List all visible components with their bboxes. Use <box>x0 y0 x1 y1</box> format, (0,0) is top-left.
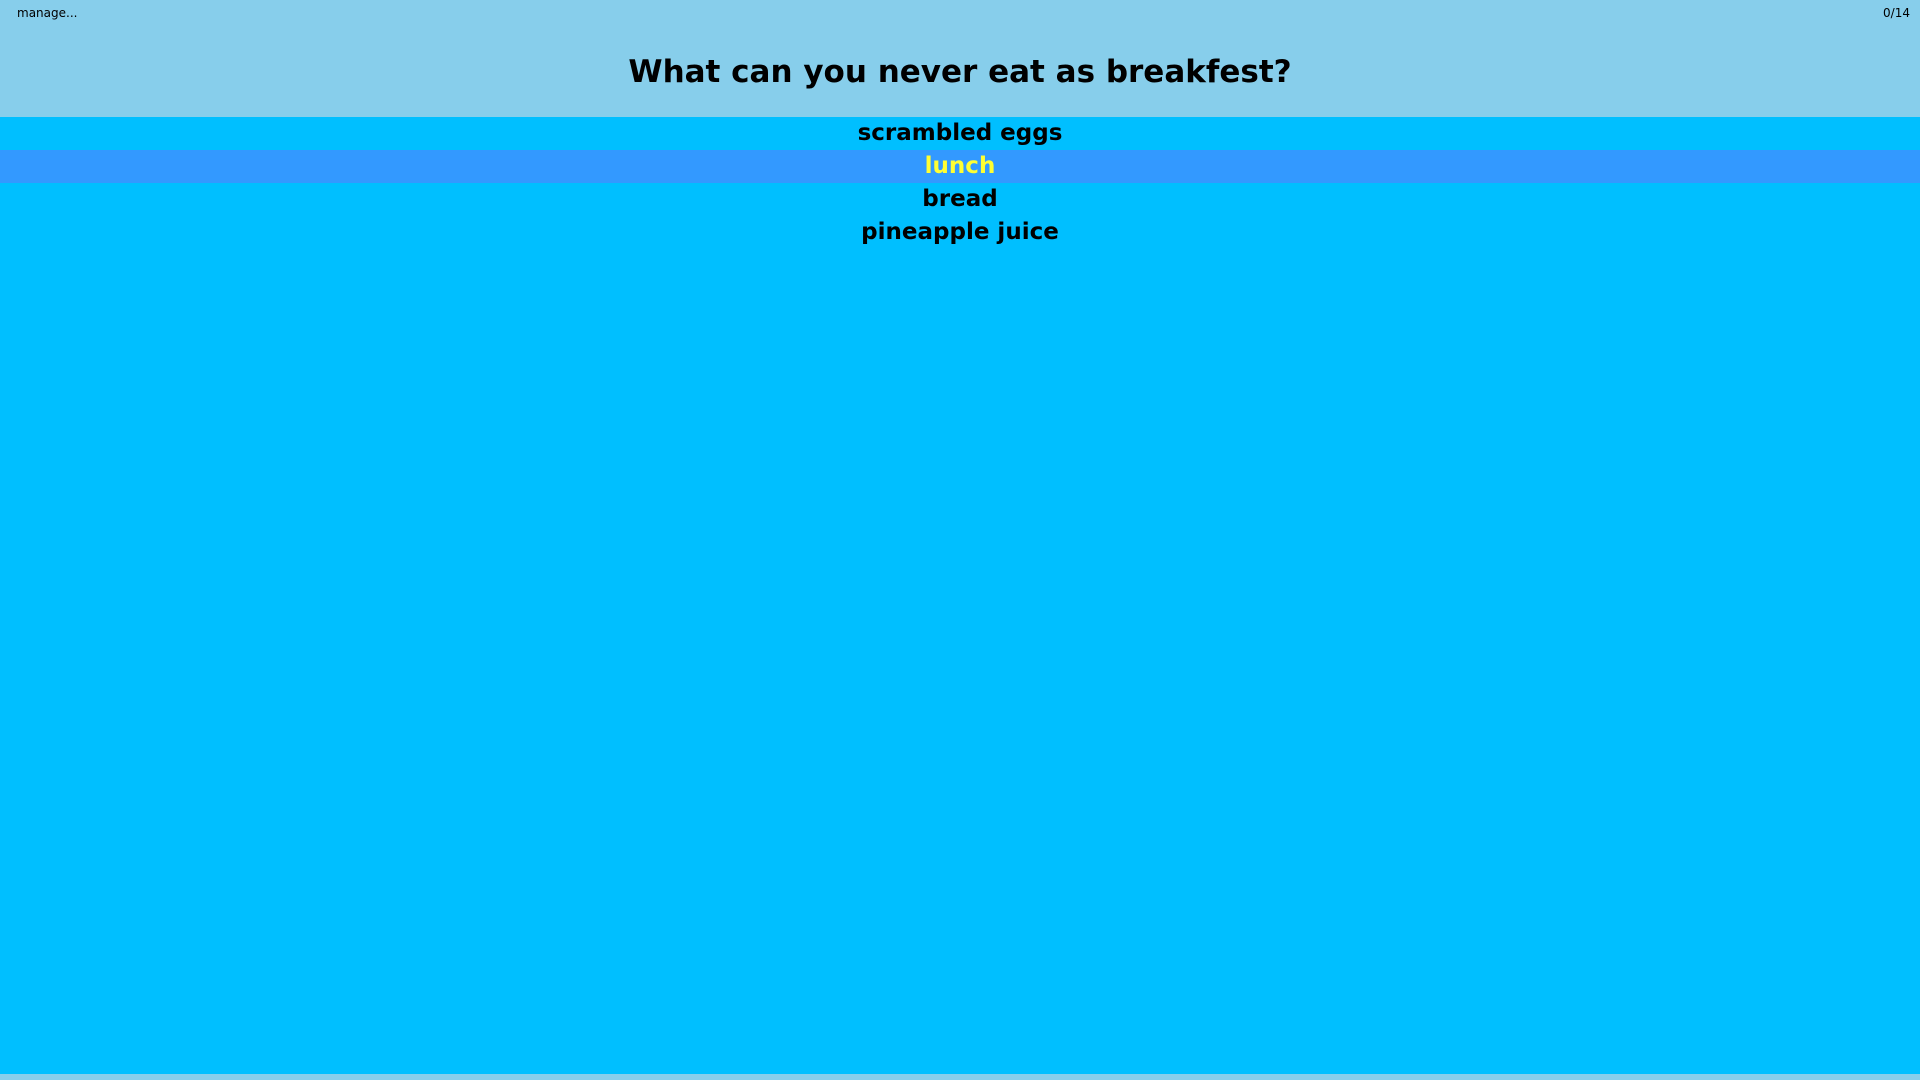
answer-option[interactable]: pineapple juice <box>0 216 1920 249</box>
answer-option[interactable]: scrambled eggs <box>0 117 1920 150</box>
progress-counter: 0/14 <box>1883 6 1910 20</box>
bottom-strip <box>0 1074 1920 1080</box>
answer-option-selected[interactable]: lunch <box>0 150 1920 183</box>
question-text: What can you never eat as breakfest? <box>628 54 1292 90</box>
question-header: manage... 0/14 What can you never eat as… <box>0 0 1920 117</box>
quiz-window: manage... 0/14 What can you never eat as… <box>0 0 1920 1080</box>
answer-option[interactable]: bread <box>0 183 1920 216</box>
manage-link[interactable]: manage... <box>17 5 77 21</box>
answer-list: scrambled eggs lunch bread pineapple jui… <box>0 117 1920 249</box>
